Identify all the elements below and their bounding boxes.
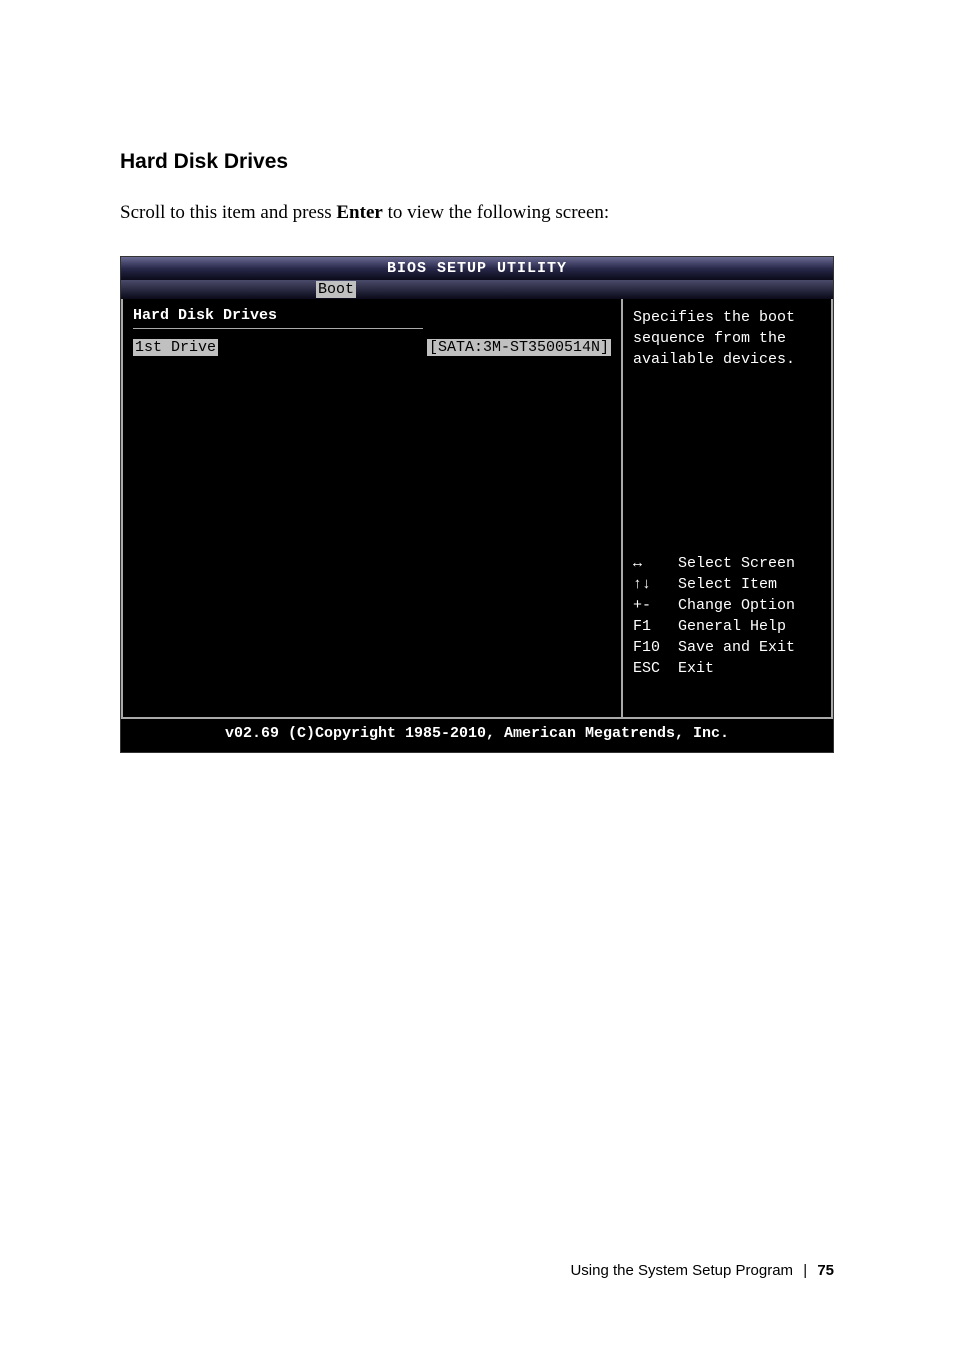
bios-panel-title: Hard Disk Drives: [133, 307, 611, 324]
legend-row: ↑↓ Select Item: [633, 574, 821, 595]
legend-key-f10: F10: [633, 637, 678, 658]
bios-screenshot: BIOS SETUP UTILITY Boot Hard Disk Drives…: [120, 256, 834, 753]
bios-divider: [133, 328, 423, 329]
legend-row: +- Change Option: [633, 595, 821, 616]
legend-desc: Exit: [678, 658, 714, 679]
legend-row: F1 General Help: [633, 616, 821, 637]
legend-key-esc: ESC: [633, 658, 678, 679]
legend-desc: General Help: [678, 616, 786, 637]
bios-right-panel: Specifies the boot sequence from the ava…: [623, 299, 833, 719]
legend-desc: Select Item: [678, 574, 777, 595]
bios-item-label: 1st Drive: [133, 339, 218, 356]
instruction-prefix: Scroll to this item and press: [120, 202, 336, 223]
bios-footer: v02.69 (C)Copyright 1985-2010, American …: [121, 719, 833, 752]
bios-body: Hard Disk Drives 1st Drive [SATA:3M-ST35…: [121, 299, 833, 719]
instruction-suffix: to view the following screen:: [383, 202, 609, 223]
bios-legend: ↔ Select Screen ↑↓ Select Item +- Change…: [633, 553, 821, 709]
page-footer: Using the System Setup Program | 75: [570, 1262, 834, 1279]
bios-item-value: [SATA:3M-ST3500514N]: [427, 339, 611, 356]
bios-left-panel: Hard Disk Drives 1st Drive [SATA:3M-ST35…: [121, 299, 623, 719]
instruction-bold: Enter: [336, 202, 382, 223]
bios-help-text: Specifies the boot sequence from the ava…: [633, 307, 821, 370]
legend-key-arrows-lr: ↔: [633, 553, 678, 574]
help-line-3: available devices.: [633, 349, 821, 370]
legend-key-arrows-ud: ↑↓: [633, 574, 678, 595]
page-footer-divider: |: [803, 1262, 807, 1279]
help-line-1: Specifies the boot: [633, 307, 821, 328]
legend-key-plusminus: +-: [633, 595, 678, 616]
bios-tab-boot: Boot: [316, 281, 356, 298]
legend-key-f1: F1: [633, 616, 678, 637]
instruction-text: Scroll to this item and press Enter to v…: [120, 202, 834, 224]
help-line-2: sequence from the: [633, 328, 821, 349]
section-heading: Hard Disk Drives: [120, 150, 834, 174]
bios-item-row: 1st Drive [SATA:3M-ST3500514N]: [133, 339, 611, 356]
legend-desc: Select Screen: [678, 553, 795, 574]
page-content: Hard Disk Drives Scroll to this item and…: [0, 0, 954, 753]
bios-tab-row: Boot: [121, 280, 833, 299]
legend-row: ESC Exit: [633, 658, 821, 679]
page-number: 75: [817, 1262, 834, 1279]
legend-desc: Change Option: [678, 595, 795, 616]
legend-row: F10 Save and Exit: [633, 637, 821, 658]
legend-row: ↔ Select Screen: [633, 553, 821, 574]
page-footer-text: Using the System Setup Program: [570, 1262, 793, 1279]
bios-title-bar: BIOS SETUP UTILITY: [121, 257, 833, 280]
legend-desc: Save and Exit: [678, 637, 795, 658]
